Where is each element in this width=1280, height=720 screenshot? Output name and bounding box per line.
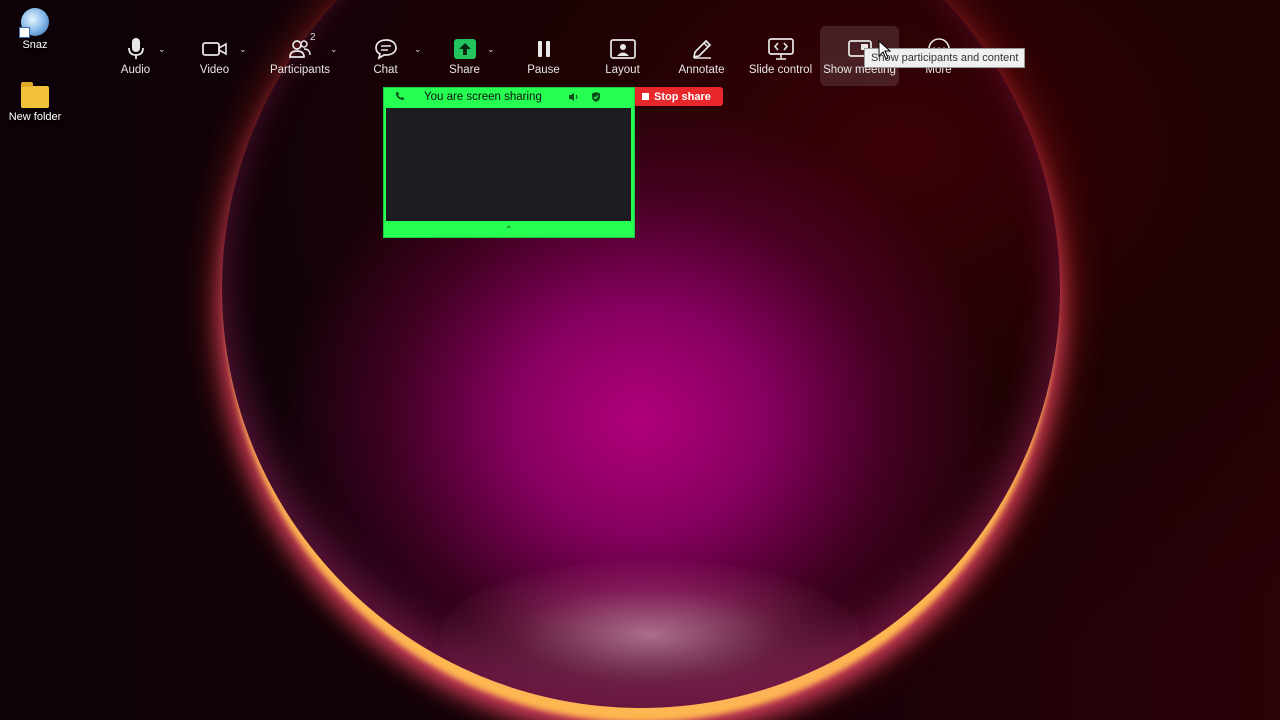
chevron-down-icon[interactable]: ⌄ <box>414 44 422 55</box>
pause-icon <box>504 32 583 66</box>
shield-icon <box>591 91 601 103</box>
stop-share-button[interactable]: Stop share <box>635 87 723 106</box>
desktop-icon-label: Snaz <box>22 39 48 51</box>
slide-control-label: Slide control <box>748 64 813 76</box>
snaz-app-icon <box>19 8 49 38</box>
wallpaper-glow <box>440 560 860 710</box>
stop-square-icon <box>642 93 649 100</box>
slide-control-icon <box>741 32 820 66</box>
participants-count-badge: 2 <box>310 32 316 43</box>
annotate-button[interactable]: Annotate <box>662 26 741 86</box>
chevron-down-icon[interactable]: ⌄ <box>330 44 338 55</box>
participants-label: Participants <box>269 64 331 76</box>
participants-button[interactable]: 2 ⌄ Participants <box>254 26 346 86</box>
share-preview-area <box>386 108 631 221</box>
desktop-icon-label: New folder <box>8 111 62 123</box>
audio-button[interactable]: ⌄ Audio <box>96 26 175 86</box>
annotate-label: Annotate <box>678 64 725 76</box>
layout-icon <box>583 32 662 66</box>
stop-share-label: Stop share <box>654 90 711 103</box>
share-label: Share <box>449 64 480 76</box>
folder-icon <box>21 82 49 108</box>
layout-button[interactable]: Layout <box>583 26 662 86</box>
pencil-icon <box>662 32 741 66</box>
video-label: Video <box>199 64 230 76</box>
chevron-down-icon[interactable]: ⌄ <box>158 44 166 55</box>
share-window-header[interactable]: You are screen sharing <box>384 88 634 107</box>
chevron-down-icon[interactable]: ⌄ <box>239 44 247 55</box>
chat-label: Chat <box>373 64 398 76</box>
audio-label: Audio <box>120 64 151 76</box>
phone-icon <box>395 91 405 101</box>
chat-button[interactable]: ⌄ Chat <box>346 26 425 86</box>
chevron-up-icon[interactable]: ⌃ <box>384 223 634 237</box>
share-button[interactable]: ⌄ Share <box>425 26 504 86</box>
screen-sharing-status: You are screen sharing <box>424 91 542 103</box>
layout-label: Layout <box>605 64 640 76</box>
mouse-cursor-icon <box>878 40 892 60</box>
pause-label: Pause <box>527 64 560 76</box>
chevron-down-icon[interactable]: ⌄ <box>487 44 495 55</box>
speaker-icon <box>568 92 580 102</box>
desktop-icon-new-folder[interactable]: New folder <box>0 82 70 123</box>
slide-control-button[interactable]: Slide control <box>741 26 820 86</box>
pause-button[interactable]: Pause <box>504 26 583 86</box>
screen-share-window[interactable]: You are screen sharing ⌃ <box>383 87 635 238</box>
desktop-icon-snaz[interactable]: Snaz <box>0 8 70 51</box>
video-button[interactable]: ⌄ Video <box>175 26 254 86</box>
